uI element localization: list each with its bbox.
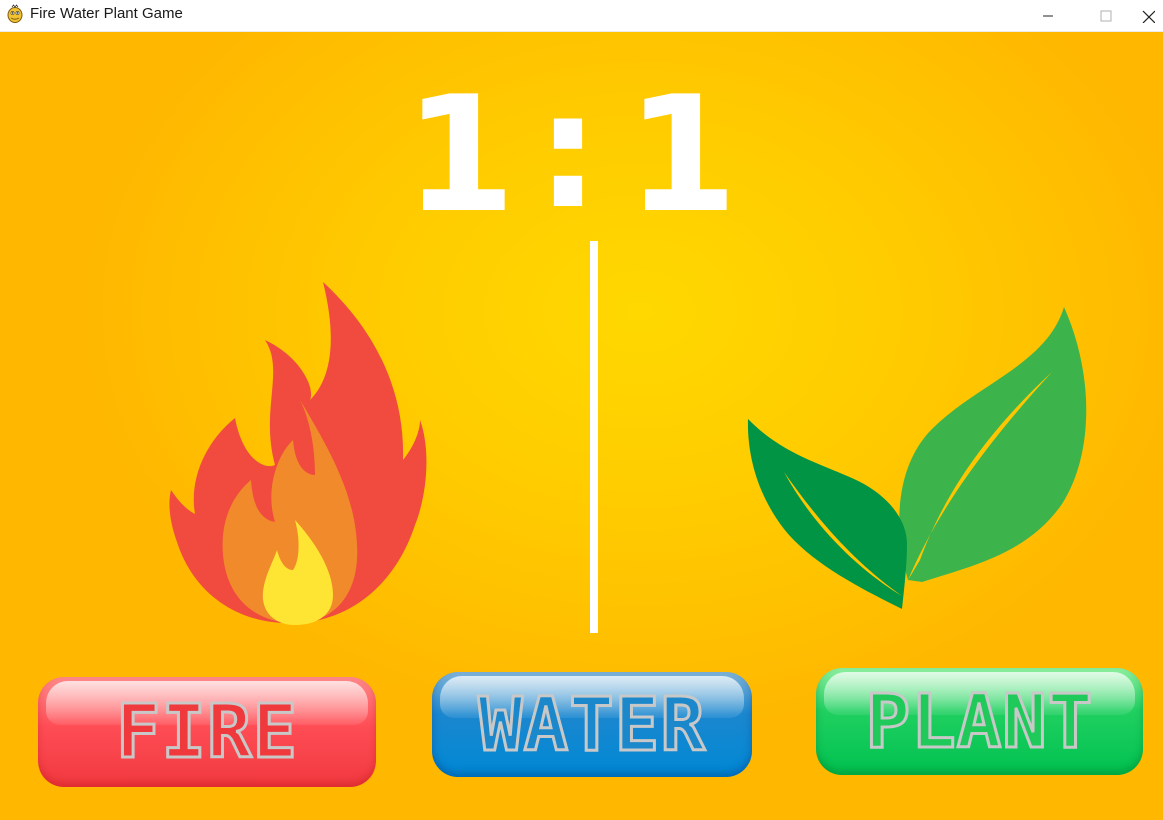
close-button[interactable] (1141, 0, 1163, 31)
window-title: Fire Water Plant Game (30, 5, 183, 22)
scoreboard: 1 : 1 (404, 58, 737, 228)
plant-button[interactable]: PLANT (816, 668, 1143, 775)
score-separator: : (536, 58, 600, 228)
water-button-label: WATER (477, 681, 707, 768)
maximize-button[interactable] (1083, 0, 1129, 31)
minimize-button[interactable] (1025, 0, 1071, 31)
pygame-snake-icon (7, 4, 23, 23)
arena-divider (590, 241, 598, 633)
fire-button[interactable]: FIRE (38, 677, 376, 787)
player-score: 1 (404, 61, 515, 228)
game-area: 1 : 1 FIRE WATER PLANT (0, 32, 1163, 820)
plant-button-label: PLANT (864, 678, 1094, 765)
opponent-score: 1 (626, 61, 737, 228)
plant-icon (747, 307, 1087, 609)
close-icon (1142, 10, 1155, 23)
fire-icon (169, 282, 427, 625)
fire-button-label: FIRE (114, 689, 299, 775)
game-window: Fire Water Plant Game 1 : 1 FIRE WATER P… (0, 0, 1163, 820)
minimize-icon (1043, 15, 1053, 16)
maximize-icon (1100, 10, 1112, 21)
title-bar: Fire Water Plant Game (0, 0, 1163, 32)
water-button[interactable]: WATER (432, 672, 752, 777)
